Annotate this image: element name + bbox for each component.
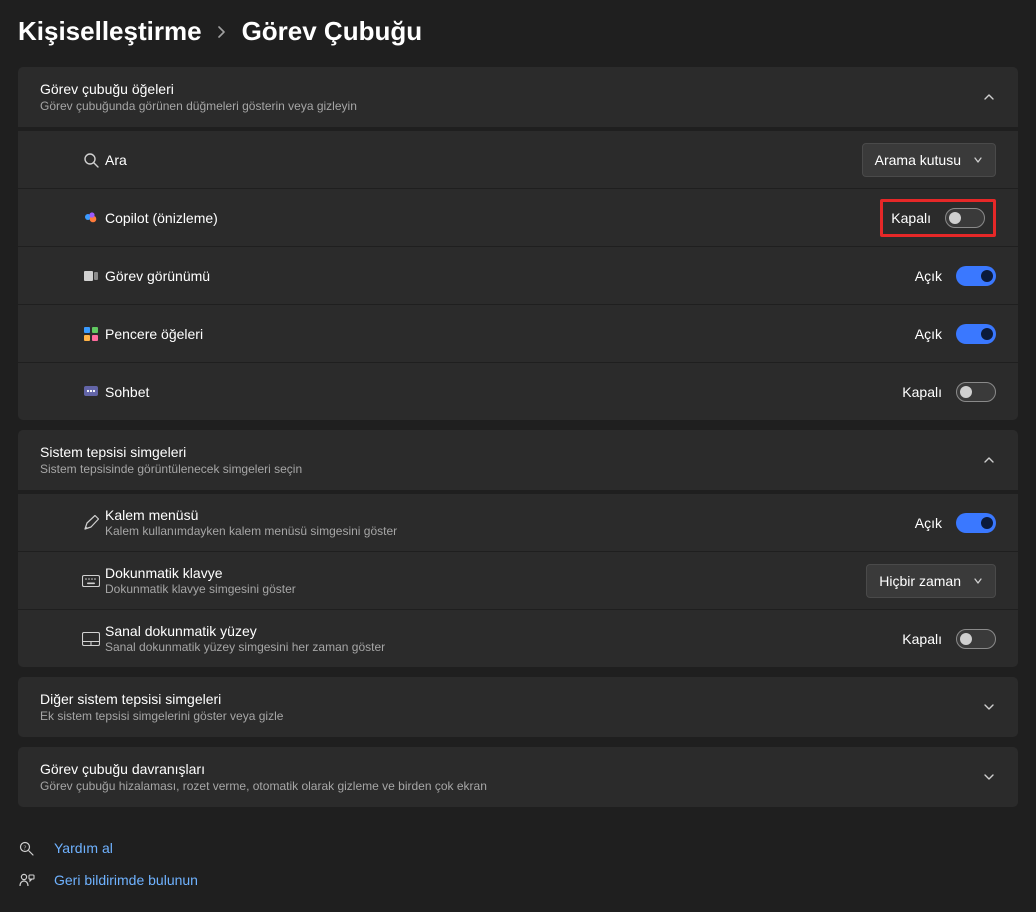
section-title: Sistem tepsisi simgeleri (40, 444, 302, 460)
chevron-down-icon (982, 770, 996, 784)
row-label: Pencere öğeleri (105, 326, 915, 342)
chevron-up-icon (982, 453, 996, 467)
row-label: Kalem menüsü (105, 507, 915, 523)
row-label: Copilot (önizleme) (105, 210, 880, 226)
taskview-toggle[interactable] (956, 266, 996, 286)
row-sublabel: Sanal dokunmatik yüzey simgesini her zam… (105, 640, 902, 654)
chevron-down-icon (982, 700, 996, 714)
row-touch-keyboard: Dokunmatik klavye Dokunmatik klavye simg… (18, 551, 1018, 609)
pen-toggle[interactable] (956, 513, 996, 533)
search-icon (82, 151, 100, 169)
row-sublabel: Kalem kullanımdayken kalem menüsü simges… (105, 524, 915, 538)
search-dropdown[interactable]: Arama kutusu (862, 143, 996, 177)
section-title: Görev çubuğu davranışları (40, 761, 487, 777)
dropdown-value: Hiçbir zaman (879, 573, 961, 589)
row-label: Görev görünümü (105, 268, 915, 284)
touchpad-icon (82, 630, 100, 648)
toggle-state-label: Açık (915, 326, 942, 342)
toggle-state-label: Açık (915, 515, 942, 531)
section-title: Diğer sistem tepsisi simgeleri (40, 691, 283, 707)
row-widgets: Pencere öğeleri Açık (18, 304, 1018, 362)
row-search: Ara Arama kutusu (18, 130, 1018, 188)
feedback-link[interactable]: Geri bildirimde bulunun (18, 871, 1018, 889)
row-copilot: Copilot (önizleme) Kapalı (18, 188, 1018, 246)
section-subtitle: Ek sistem tepsisi simgelerini göster vey… (40, 709, 283, 723)
row-label: Dokunmatik klavye (105, 565, 866, 581)
row-sublabel: Dokunmatik klavye simgesini göster (105, 582, 866, 596)
svg-text:?: ? (24, 844, 27, 851)
breadcrumb: Kişiselleştirme Görev Çubuğu (0, 10, 1036, 67)
toggle-state-label: Kapalı (891, 210, 931, 226)
chevron-down-icon (973, 576, 983, 586)
toggle-state-label: Açık (915, 268, 942, 284)
row-label: Sanal dokunmatik yüzey (105, 623, 902, 639)
row-pen-menu: Kalem menüsü Kalem kullanımdayken kalem … (18, 493, 1018, 551)
breadcrumb-current: Görev Çubuğu (242, 16, 423, 47)
section-subtitle: Sistem tepsisinde görüntülenecek simgele… (40, 462, 302, 476)
touch-keyboard-dropdown[interactable]: Hiçbir zaman (866, 564, 996, 598)
section-tray-icons[interactable]: Sistem tepsisi simgeleri Sistem tepsisin… (18, 430, 1018, 490)
chat-toggle[interactable] (956, 382, 996, 402)
chevron-up-icon (982, 90, 996, 104)
copilot-icon (82, 209, 100, 227)
row-chat: Sohbet Kapalı (18, 362, 1018, 420)
chat-icon (82, 383, 100, 401)
row-label: Ara (105, 152, 862, 168)
link-text[interactable]: Yardım al (54, 840, 113, 856)
copilot-toggle[interactable] (945, 208, 985, 228)
link-text[interactable]: Geri bildirimde bulunun (54, 872, 198, 888)
toggle-state-label: Kapalı (902, 384, 942, 400)
keyboard-icon (82, 572, 100, 590)
section-other-tray-icons[interactable]: Diğer sistem tepsisi simgeleri Ek sistem… (18, 677, 1018, 737)
touchpad-toggle[interactable] (956, 629, 996, 649)
row-label: Sohbet (105, 384, 902, 400)
toggle-state-label: Kapalı (902, 631, 942, 647)
help-link[interactable]: ? Yardım al (18, 839, 1018, 857)
copilot-toggle-highlight: Kapalı (880, 199, 996, 237)
section-taskbar-items[interactable]: Görev çubuğu öğeleri Görev çubuğunda gör… (18, 67, 1018, 127)
widgets-toggle[interactable] (956, 324, 996, 344)
taskview-icon (82, 267, 100, 285)
dropdown-value: Arama kutusu (875, 152, 961, 168)
row-virtual-touchpad: Sanal dokunmatik yüzey Sanal dokunmatik … (18, 609, 1018, 667)
pen-icon (82, 514, 100, 532)
row-taskview: Görev görünümü Açık (18, 246, 1018, 304)
feedback-icon (18, 871, 36, 889)
widgets-icon (82, 325, 100, 343)
help-icon: ? (18, 839, 36, 857)
chevron-down-icon (973, 155, 983, 165)
section-subtitle: Görev çubuğunda görünen düğmeleri göster… (40, 99, 357, 113)
section-title: Görev çubuğu öğeleri (40, 81, 357, 97)
section-taskbar-behaviors[interactable]: Görev çubuğu davranışları Görev çubuğu h… (18, 747, 1018, 807)
section-subtitle: Görev çubuğu hizalaması, rozet verme, ot… (40, 779, 487, 793)
breadcrumb-parent[interactable]: Kişiselleştirme (18, 16, 202, 47)
chevron-right-icon (216, 26, 228, 38)
